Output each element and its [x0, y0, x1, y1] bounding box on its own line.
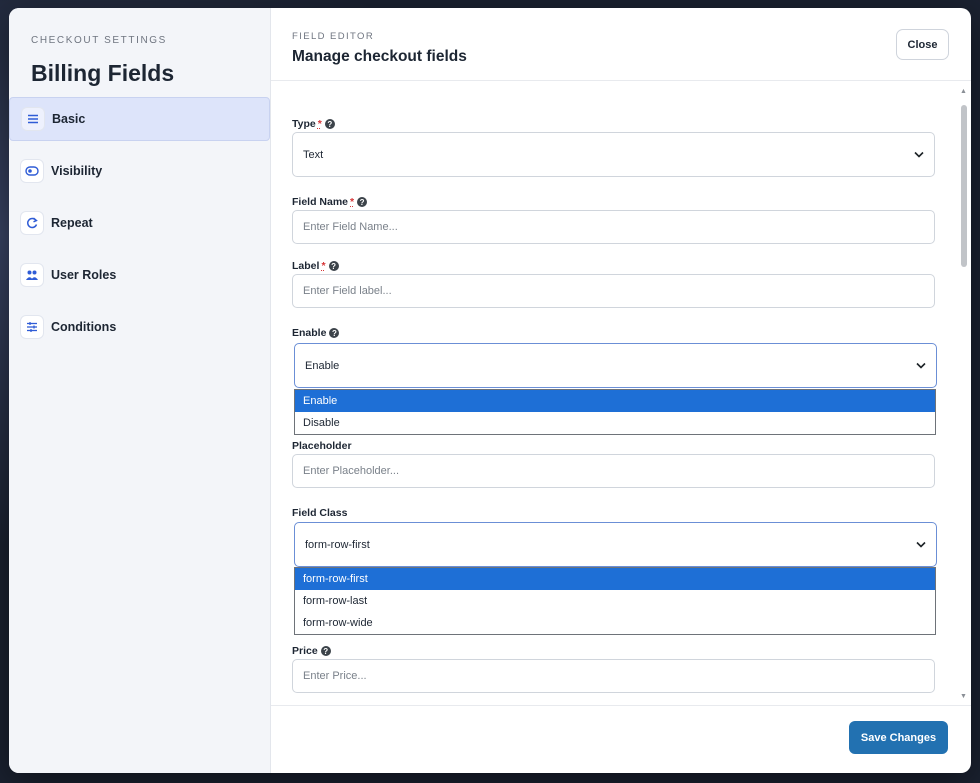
field-class-dropdown: form-row-first form-row-last form-row-wi…: [294, 567, 936, 635]
price-input[interactable]: Enter Price...: [292, 659, 935, 693]
enable-label: Enable ?: [292, 327, 340, 339]
repeat-icon: [21, 212, 43, 234]
label-input[interactable]: Enter Field label...: [292, 274, 935, 308]
field-name-label: Field Name * ?: [292, 196, 368, 208]
field-class-select[interactable]: form-row-first: [294, 522, 937, 567]
price-label: Price ?: [292, 645, 331, 657]
header-eyebrow: FIELD EDITOR: [292, 31, 375, 42]
required-marker: *: [321, 260, 326, 272]
page-title: Manage checkout fields: [292, 48, 467, 65]
sidebar: CHECKOUT SETTINGS Billing Fields Basic V…: [9, 8, 271, 773]
sidebar-item-label: User Roles: [51, 268, 117, 282]
scroll-up-icon[interactable]: ▲: [960, 88, 967, 95]
enable-select[interactable]: Enable: [294, 343, 937, 388]
help-icon[interactable]: ?: [357, 197, 368, 207]
sidebar-item-label: Visibility: [51, 164, 103, 178]
save-changes-button[interactable]: Save Changes: [849, 721, 948, 754]
sidebar-item-label: Repeat: [51, 216, 93, 230]
dropdown-option[interactable]: form-row-first: [295, 568, 935, 590]
sidebar-item-label: Basic: [52, 112, 86, 126]
dropdown-option[interactable]: form-row-wide: [295, 612, 935, 634]
help-icon[interactable]: ?: [329, 328, 340, 338]
required-marker: *: [317, 118, 322, 130]
placeholder-input[interactable]: Enter Placeholder...: [292, 454, 935, 488]
sidebar-item-user-roles[interactable]: User Roles: [9, 253, 271, 297]
footer: Save Changes: [271, 705, 971, 773]
field-editor-modal: CHECKOUT SETTINGS Billing Fields Basic V…: [9, 8, 971, 773]
chevron-down-icon: [916, 539, 926, 550]
form-body[interactable]: Type * ? Text Field Name * ? Enter Field…: [271, 82, 971, 704]
sidebar-eyebrow: CHECKOUT SETTINGS: [31, 35, 167, 46]
scrollbar[interactable]: ▲ ▼: [959, 88, 968, 700]
field-class-label: Field Class: [292, 507, 348, 519]
sliders-icon: [21, 316, 43, 338]
toggle-icon: [21, 160, 43, 182]
dropdown-option[interactable]: Disable: [295, 412, 935, 434]
scroll-down-icon[interactable]: ▼: [960, 693, 967, 700]
dropdown-option[interactable]: form-row-last: [295, 590, 935, 612]
sidebar-item-label: Conditions: [51, 320, 117, 334]
required-marker: *: [350, 196, 355, 208]
sidebar-nav: Basic Visibility Repeat User Roles Condi…: [9, 97, 271, 357]
chevron-down-icon: [914, 149, 924, 160]
enable-dropdown: Enable Disable: [294, 389, 936, 435]
type-select[interactable]: Text: [292, 132, 935, 177]
header: FIELD EDITOR Manage checkout fields Clos…: [271, 8, 971, 81]
dropdown-option[interactable]: Enable: [295, 390, 935, 412]
help-icon[interactable]: ?: [324, 119, 335, 129]
scrollbar-thumb[interactable]: [961, 105, 967, 267]
sidebar-item-basic[interactable]: Basic: [9, 97, 270, 141]
help-icon[interactable]: ?: [328, 261, 339, 271]
main-panel: FIELD EDITOR Manage checkout fields Clos…: [271, 8, 971, 773]
label-label: Label * ?: [292, 260, 339, 272]
sidebar-item-conditions[interactable]: Conditions: [9, 305, 271, 349]
chevron-down-icon: [916, 360, 926, 371]
placeholder-label: Placeholder: [292, 440, 352, 452]
users-icon: [21, 264, 43, 286]
help-icon[interactable]: ?: [320, 646, 331, 656]
close-button[interactable]: Close: [896, 29, 949, 60]
field-name-input[interactable]: Enter Field Name...: [292, 210, 935, 244]
sidebar-item-visibility[interactable]: Visibility: [9, 149, 271, 193]
type-label: Type * ?: [292, 118, 335, 130]
sidebar-item-repeat[interactable]: Repeat: [9, 201, 271, 245]
list-icon: [22, 108, 44, 130]
sidebar-title: Billing Fields: [31, 60, 175, 86]
